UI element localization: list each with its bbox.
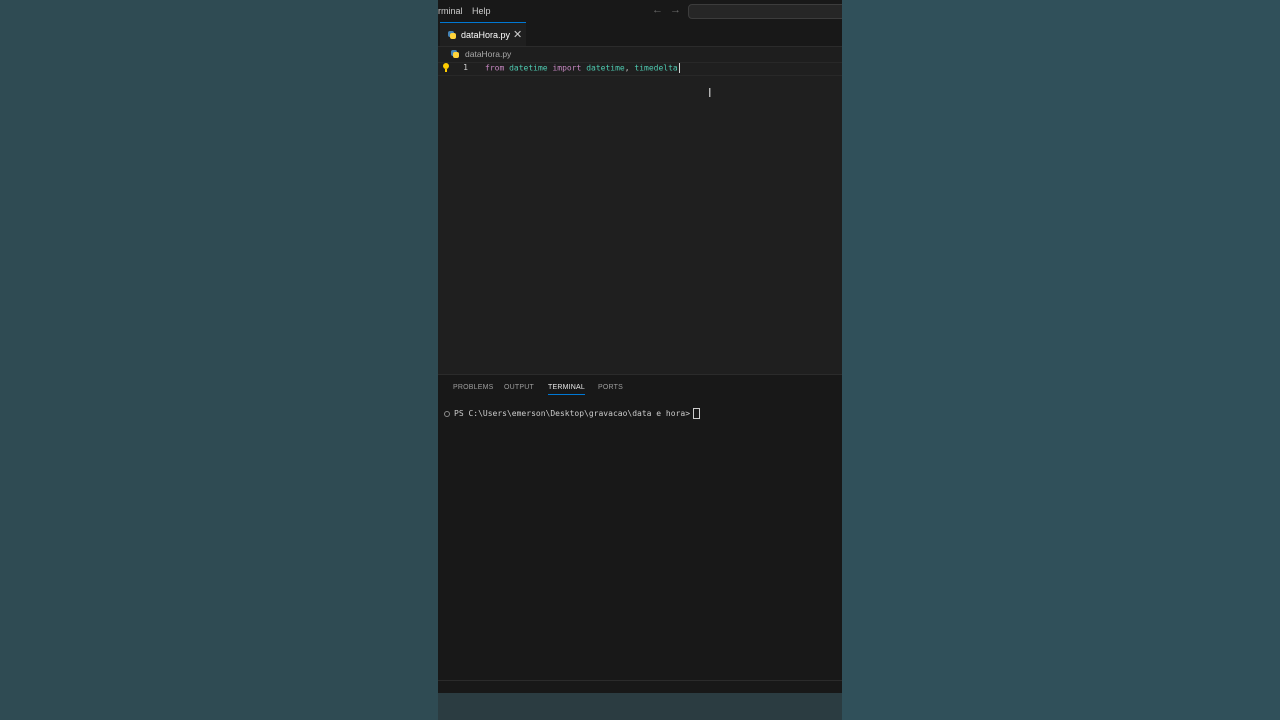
vscode-window: rminal Help ← → dataHora.py ✕ dataHora.p… (438, 0, 842, 720)
command-status-icon (444, 410, 450, 417)
editor-tab-bar: dataHora.py ✕ (438, 22, 842, 47)
keyword-from: from (485, 63, 505, 73)
menu-help[interactable]: Help (472, 6, 491, 16)
keyword-import: import (552, 63, 582, 73)
python-file-icon (451, 50, 459, 58)
terminal-prompt-line[interactable]: PS C:\Users\emerson\Desktop\gravacao\dat… (444, 408, 701, 419)
import-name-1: datetime (586, 63, 625, 73)
left-background (0, 0, 438, 720)
title-bar: rminal Help ← → (438, 0, 842, 22)
text-cursor (678, 63, 680, 73)
bottom-strip (438, 693, 842, 720)
breadcrumb-file[interactable]: dataHora.py (465, 49, 511, 59)
code-line-1[interactable]: from datetime import datetime, timedelta (485, 63, 680, 73)
menu-terminal[interactable]: rminal (438, 6, 463, 16)
right-background (842, 0, 1280, 720)
command-center-search[interactable] (688, 4, 842, 19)
arrow-right-icon[interactable]: → (670, 4, 681, 16)
tab-output[interactable]: OUTPUT (504, 384, 534, 391)
python-file-icon (448, 31, 456, 39)
tab-datahora-py[interactable]: dataHora.py ✕ (440, 22, 526, 46)
import-name-2: timedelta (634, 63, 678, 73)
line-number: 1 (463, 63, 468, 72)
comma: , (624, 63, 630, 73)
status-bar (438, 680, 842, 693)
mouse-ibeam-cursor: I (708, 86, 712, 100)
tab-ports[interactable]: PORTS (598, 384, 623, 391)
code-editor[interactable]: 1 from datetime import datetime, timedel… (438, 62, 842, 374)
lightbulb-icon[interactable] (443, 63, 449, 72)
tab-label: dataHora.py (461, 30, 511, 40)
tab-problems[interactable]: PROBLEMS (453, 384, 494, 391)
terminal-cursor (693, 408, 701, 419)
terminal-prompt: PS C:\Users\emerson\Desktop\gravacao\dat… (454, 409, 691, 418)
module-name: datetime (509, 63, 548, 73)
breadcrumb: dataHora.py (438, 47, 842, 61)
bottom-panel: PROBLEMS OUTPUT TERMINAL PORTS PS C:\Use… (438, 374, 842, 681)
tab-terminal[interactable]: TERMINAL (548, 384, 585, 395)
arrow-left-icon[interactable]: ← (652, 4, 663, 16)
close-icon[interactable]: ✕ (513, 28, 522, 41)
